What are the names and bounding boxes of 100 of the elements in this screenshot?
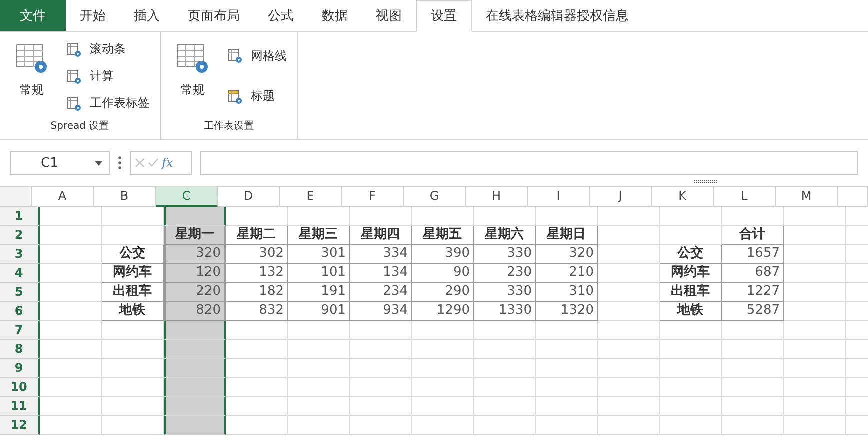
empty-cell — [722, 378, 784, 397]
table-cell: 5287 — [722, 302, 784, 321]
row-header[interactable]: 5 — [0, 283, 40, 302]
ribbon-tab[interactable]: 数据 — [308, 0, 362, 31]
ribbon-tab[interactable]: 插入 — [120, 0, 174, 31]
more-dots-icon[interactable] — [118, 156, 122, 170]
empty-cell — [784, 397, 846, 416]
column-header[interactable]: C — [156, 187, 218, 207]
table-cell: 1657 — [722, 245, 784, 264]
table-cell: 390 — [412, 245, 474, 264]
empty-cell — [598, 378, 660, 397]
column-header[interactable]: H — [466, 187, 528, 207]
empty-cell — [598, 416, 660, 435]
row-header[interactable]: 9 — [0, 359, 40, 378]
ribbon-button[interactable]: 计算 — [66, 66, 150, 87]
row-header[interactable]: 7 — [0, 321, 40, 340]
empty-cell — [784, 416, 846, 435]
empty-cell — [784, 264, 846, 283]
empty-cell — [598, 397, 660, 416]
row-header[interactable]: 1 — [0, 207, 40, 226]
table-cell: 星期四 — [350, 226, 412, 245]
ribbon-tab[interactable]: 在线表格编辑器授权信息 — [472, 0, 643, 31]
table-cell: 星期五 — [412, 226, 474, 245]
table-cell: 公交 — [660, 245, 722, 264]
ribbon-tab[interactable]: 设置 — [416, 0, 472, 32]
column-header[interactable]: D — [218, 187, 280, 207]
ribbon-group-label: Spread 设置 — [50, 120, 110, 134]
column-header[interactable]: B — [94, 187, 156, 207]
column-header[interactable] — [838, 187, 868, 207]
ribbon-tab[interactable]: 开始 — [66, 0, 120, 31]
select-all-corner[interactable] — [0, 187, 32, 207]
sheet-gear-icon — [177, 44, 209, 74]
empty-cell — [784, 226, 846, 245]
row-header[interactable]: 11 — [0, 397, 40, 416]
formula-input-field[interactable] — [200, 151, 858, 175]
column-header[interactable]: G — [404, 187, 466, 207]
empty-cell — [722, 416, 784, 435]
row-header[interactable]: 2 — [0, 226, 40, 245]
ribbon-button[interactable]: 网格线 — [227, 46, 287, 67]
empty-cell — [412, 340, 474, 359]
table-cell: 1330 — [474, 302, 536, 321]
sheet-gear-icon — [66, 68, 82, 84]
column-header[interactable]: M — [776, 187, 838, 207]
column-header[interactable]: E — [280, 187, 342, 207]
empty-cell — [412, 359, 474, 378]
empty-cell — [598, 245, 660, 264]
column-header[interactable]: I — [528, 187, 590, 207]
ribbon-button[interactable]: 工作表标签 — [66, 93, 150, 114]
table-cell: 820 — [164, 302, 226, 321]
empty-cell — [288, 340, 350, 359]
table-cell: 901 — [288, 302, 350, 321]
empty-cell — [164, 207, 226, 226]
empty-cell — [474, 359, 536, 378]
empty-cell — [412, 397, 474, 416]
table-cell: 134 — [350, 264, 412, 283]
empty-cell — [598, 302, 660, 321]
column-header[interactable]: F — [342, 187, 404, 207]
empty-cell — [722, 340, 784, 359]
row-header[interactable]: 4 — [0, 264, 40, 283]
empty-cell — [784, 378, 846, 397]
table-cell: 687 — [722, 264, 784, 283]
empty-cell — [288, 207, 350, 226]
empty-cell — [350, 340, 412, 359]
row-header[interactable]: 3 — [0, 245, 40, 264]
empty-cell — [598, 207, 660, 226]
ribbon-button[interactable]: 标题 — [227, 86, 287, 108]
large-ribbon-button[interactable]: 常规 — [10, 36, 54, 119]
ribbon-tab[interactable]: 页面布局 — [174, 0, 254, 31]
ribbon-tab[interactable]: 公式 — [254, 0, 308, 31]
insert-function-button[interactable]: fx — [162, 156, 174, 170]
table-cell: 220 — [164, 283, 226, 302]
empty-cell — [164, 416, 226, 435]
row-header[interactable]: 10 — [0, 378, 40, 397]
large-ribbon-button[interactable]: 常规 — [171, 36, 215, 119]
empty-cell — [598, 359, 660, 378]
row-header[interactable]: 8 — [0, 340, 40, 359]
empty-cell — [722, 207, 784, 226]
table-cell: 234 — [350, 283, 412, 302]
file-menu-tab[interactable]: 文件 — [0, 0, 66, 31]
empty-cell — [722, 397, 784, 416]
check-icon[interactable] — [148, 158, 159, 168]
row-header[interactable]: 12 — [0, 416, 40, 435]
table-cell: 1227 — [722, 283, 784, 302]
ribbon-tab[interactable]: 视图 — [362, 0, 416, 31]
empty-cell — [660, 340, 722, 359]
empty-cell — [660, 397, 722, 416]
column-header[interactable]: L — [714, 187, 776, 207]
cancel-icon[interactable] — [135, 158, 145, 168]
column-header[interactable]: K — [652, 187, 714, 207]
empty-cell — [474, 397, 536, 416]
column-header[interactable]: A — [32, 187, 94, 207]
empty-cell — [536, 321, 598, 340]
empty-cell — [660, 359, 722, 378]
empty-cell — [350, 207, 412, 226]
column-header[interactable]: J — [590, 187, 652, 207]
name-box[interactable]: C1 — [10, 151, 110, 175]
table-cell: 1320 — [536, 302, 598, 321]
empty-cell — [784, 207, 846, 226]
row-header[interactable]: 6 — [0, 302, 40, 321]
ribbon-button[interactable]: 滚动条 — [66, 39, 150, 60]
